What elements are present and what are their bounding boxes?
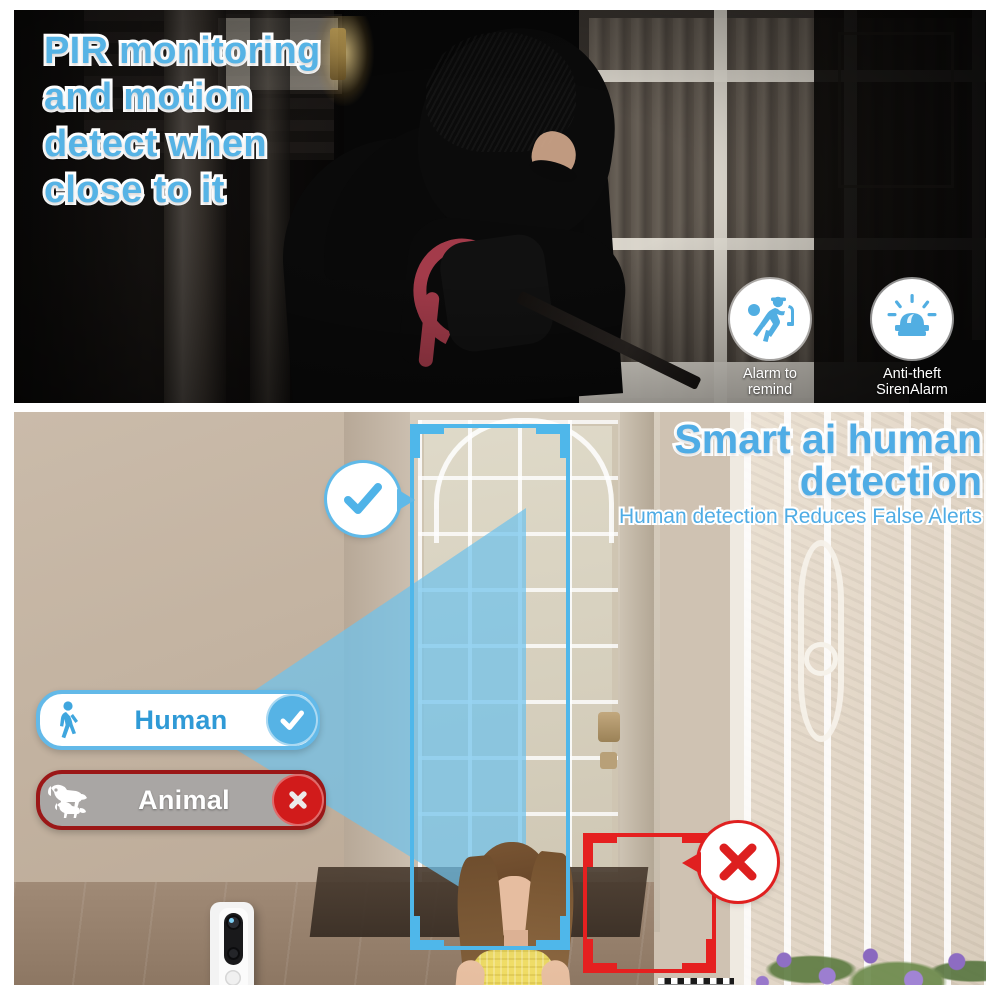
badge-label: Anti-theft SirenAlarm — [856, 366, 968, 399]
badge-circle — [872, 278, 952, 359]
top-headline-line-4: close to it — [41, 166, 227, 214]
dog-cat-icon — [40, 781, 96, 819]
badge-label-line-2: SirenAlarm — [876, 382, 948, 399]
pir-sensor-icon — [227, 947, 240, 960]
door-deadbolt — [600, 752, 617, 769]
top-headline: PIR monitoring and motion detect when cl… — [41, 27, 464, 214]
person-arm-right — [540, 959, 580, 985]
gate-scroll-center — [804, 642, 838, 676]
top-headline-line-1: PIR monitoring — [41, 27, 323, 75]
person-arm-left — [446, 959, 486, 985]
badge-label-line-1: Alarm to — [743, 365, 797, 382]
box-corner-bl — [410, 916, 420, 950]
product-feature-graphic: PIR monitoring and motion detect when cl… — [0, 0, 1000, 1000]
top-panel-pir-monitoring: PIR monitoring and motion detect when cl… — [14, 10, 986, 403]
door-lock — [598, 712, 620, 742]
top-headline-line-2: and motion — [41, 73, 254, 121]
pill-state-check[interactable] — [266, 694, 318, 746]
badge-label-line-2: remind — [747, 382, 793, 399]
class-pill-human[interactable]: Human — [36, 690, 320, 750]
sign-plaid-banner — [658, 978, 734, 985]
camera-lens-icon — [226, 915, 241, 930]
cross-icon — [289, 791, 307, 809]
box-corner-tl — [583, 833, 593, 867]
box-corner-br — [560, 916, 570, 950]
cross-icon — [719, 843, 757, 881]
box-corner-tl — [410, 424, 420, 458]
gate-scroll-ornament — [798, 540, 844, 742]
burglar-running-icon — [748, 296, 794, 342]
detection-box-person — [410, 424, 570, 950]
class-pill-animal[interactable]: Animal — [36, 770, 326, 830]
bottom-headline-line-1: Smart ai human — [671, 415, 985, 463]
badge-label-line-1: Anti-theft — [882, 365, 942, 382]
badge-alarm-to-remind: Alarm to remind — [714, 278, 826, 399]
box-corner-br — [706, 939, 716, 973]
badge-label: Alarm to remind — [714, 366, 826, 399]
purple-flowers — [730, 912, 986, 985]
class-pill-label: Human — [134, 704, 228, 735]
walking-person-icon — [40, 701, 96, 739]
bottom-headline: Smart ai human detection — [462, 415, 985, 506]
pill-state-cross[interactable] — [272, 774, 324, 826]
check-callout — [327, 463, 415, 535]
siren-beacon-icon — [887, 293, 937, 336]
top-headline-line-3: detect when — [41, 120, 270, 168]
check-icon — [280, 710, 304, 730]
box-edge-right — [566, 424, 570, 950]
bottom-subheadline: Human detection Reduces False Alerts — [617, 503, 984, 530]
class-pill-label: Animal — [138, 784, 230, 815]
bottom-headline-line-2: detection — [797, 457, 985, 505]
badge-circle — [730, 278, 810, 359]
cross-callout — [682, 823, 777, 901]
box-corner-bl — [583, 939, 593, 973]
badge-anti-theft-siren: Anti-theft SirenAlarm — [856, 278, 968, 399]
video-doorbell-camera — [210, 902, 254, 985]
feature-badge-group: Alarm to remind Anti-theft SirenAlarm — [714, 278, 968, 399]
doorbell-button[interactable] — [225, 970, 241, 985]
check-icon — [344, 483, 382, 514]
